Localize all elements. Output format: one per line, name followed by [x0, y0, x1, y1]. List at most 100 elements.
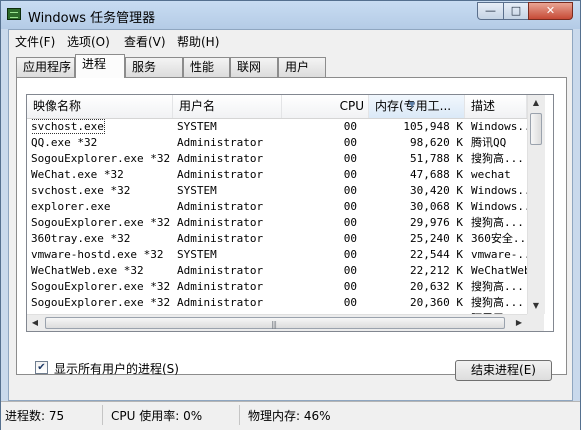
cell-name-text: QQ.exe *32 [31, 136, 98, 149]
cell-user: Administrator [177, 295, 281, 311]
tab-processes[interactable]: 进程 [75, 54, 125, 78]
scroll-up-arrow-icon[interactable]: ▲ [528, 95, 544, 111]
menu-help[interactable]: 帮助(H) [177, 33, 219, 50]
menu-view[interactable]: 查看(V) [124, 33, 166, 50]
tab-networking[interactable]: 联网 [230, 57, 278, 77]
table-row[interactable]: SogouExplorer.exe *32 Administrator 00 20,3… [27, 295, 527, 311]
cell-mem-text: 51,788 K [410, 152, 463, 165]
cell-desc-text: WeChatWeb [471, 264, 527, 277]
end-process-button[interactable]: 结束进程(E) [455, 360, 552, 381]
cell-cpu-text: 00 [343, 184, 357, 197]
maximize-button[interactable]: □ [503, 2, 529, 20]
cell-name-text: 360tray.exe *32 [31, 232, 131, 245]
column-header-user-name[interactable]: 用户名 [173, 95, 282, 118]
cell-mem-text: 22,544 K [410, 248, 463, 261]
table-row[interactable]: WeChat.exe *32 Administrator 00 47,688 K wec… [27, 167, 527, 183]
horizontal-scrollbar[interactable]: ◀ ||| ▶ [27, 314, 527, 331]
cell-name: svchost.exe *32 [31, 183, 174, 199]
cell-user-text: SYSTEM [177, 248, 217, 261]
process-list[interactable]: 映像名称 用户名 CPU ▼ 内存(专用工... 描述 svchost.exe S… [26, 94, 554, 332]
cell-mem: 105,948 K [371, 119, 463, 135]
show-all-users-checkbox[interactable]: ✔ [35, 361, 48, 374]
menu-options[interactable]: 选项(O) [67, 33, 110, 50]
table-row[interactable]: WeChatWeb.exe *32 Administrator 00 22,212 K… [27, 263, 527, 279]
table-row[interactable]: QQ.exe *32 Administrator 00 98,620 K 腾讯QQ [27, 135, 527, 151]
cell-mem-text: 30,420 K [410, 184, 463, 197]
cell-cpu: 00 [283, 215, 357, 231]
cell-name-text: SogouExplorer.exe *32 [31, 296, 171, 309]
cell-desc: 搜狗高... [471, 215, 527, 231]
status-cpu-usage: CPU 使用率: 0% [111, 409, 203, 423]
cell-user-text: Administrator [177, 264, 264, 277]
close-button[interactable]: ✕ [528, 2, 573, 20]
vertical-scroll-thumb[interactable] [530, 113, 542, 145]
tab-users[interactable]: 用户 [278, 57, 326, 77]
cell-name: WeChatWeb.exe *32 [31, 263, 174, 279]
cell-mem: 51,788 K [371, 151, 463, 167]
cell-desc: 腾讯QQ [471, 135, 527, 151]
process-rows: svchost.exe SYSTEM 00 105,948 K Windows... QQ… [27, 119, 527, 331]
table-row[interactable]: SogouExplorer.exe *32 Administrator 00 51,7… [27, 151, 527, 167]
column-header-image-name[interactable]: 映像名称 [27, 95, 173, 118]
cell-cpu: 00 [283, 263, 357, 279]
table-row[interactable]: SogouExplorer.exe *32 Administrator 00 29,9… [27, 215, 527, 231]
cell-mem-text: 105,948 K [403, 120, 463, 133]
cell-cpu: 00 [283, 295, 357, 311]
column-header-description[interactable]: 描述 [465, 95, 527, 118]
cell-desc: Windows... [471, 119, 527, 135]
cell-cpu-text: 00 [343, 216, 357, 229]
table-row[interactable]: svchost.exe SYSTEM 00 105,948 K Windows... [27, 119, 527, 135]
column-header-cpu[interactable]: CPU [282, 95, 369, 118]
cell-cpu: 00 [283, 199, 357, 215]
cell-desc-text: 腾讯QQ [471, 136, 507, 149]
scroll-right-arrow-icon[interactable]: ▶ [511, 315, 527, 331]
vertical-scrollbar[interactable]: ▲ ▼ [527, 95, 545, 314]
table-row[interactable]: 360tray.exe *32 Administrator 00 25,240 K 36… [27, 231, 527, 247]
cell-mem-text: 20,632 K [410, 280, 463, 293]
cell-user-text: Administrator [177, 152, 264, 165]
cell-user-text: Administrator [177, 200, 264, 213]
show-all-users-label[interactable]: 显示所有用户的进程(S) [54, 360, 179, 377]
column-header-memory[interactable]: ▼ 内存(专用工... [369, 95, 465, 118]
cell-desc-text: Windows... [471, 200, 527, 213]
cell-cpu-text: 00 [343, 280, 357, 293]
minimize-button[interactable]: — [477, 2, 504, 20]
cell-mem-text: 30,068 K [410, 200, 463, 213]
cell-mem: 22,544 K [371, 247, 463, 263]
tab-services[interactable]: 服务 [125, 57, 183, 77]
cell-desc: 360安全... [471, 231, 527, 247]
table-row[interactable]: SogouExplorer.exe *32 Administrator 00 20,6… [27, 279, 527, 295]
cell-name-text: WeChatWeb.exe *32 [31, 264, 144, 277]
horizontal-scroll-thumb[interactable]: ||| [45, 317, 505, 329]
cell-mem: 47,688 K [371, 167, 463, 183]
menu-file[interactable]: 文件(F) [15, 33, 55, 50]
cell-cpu: 00 [283, 231, 357, 247]
cell-desc: wechat [471, 167, 527, 183]
table-row[interactable]: svchost.exe *32 SYSTEM 00 30,420 K Windows..… [27, 183, 527, 199]
cell-desc: 搜狗高... [471, 151, 527, 167]
cell-user-text: SYSTEM [177, 120, 217, 133]
cell-mem: 30,420 K [371, 183, 463, 199]
cell-user: Administrator [177, 279, 281, 295]
cell-user: Administrator [177, 151, 281, 167]
scroll-left-arrow-icon[interactable]: ◀ [27, 315, 43, 331]
table-row[interactable]: vmware-hostd.exe *32 SYSTEM 00 22,544 K vmwa… [27, 247, 527, 263]
cell-mem: 22,212 K [371, 263, 463, 279]
cell-cpu: 00 [283, 119, 357, 135]
cell-cpu-text: 00 [343, 264, 357, 277]
cell-name-text: SogouExplorer.exe *32 [31, 152, 171, 165]
cell-desc: WeChatWeb [471, 263, 527, 279]
title-bar[interactable]: Windows 任务管理器 — □ ✕ [1, 1, 580, 29]
cell-name: WeChat.exe *32 [31, 167, 174, 183]
cell-cpu-text: 00 [343, 200, 357, 213]
status-divider [239, 405, 240, 425]
cell-cpu-text: 00 [343, 136, 357, 149]
menu-bar: 文件(F) 选项(O) 查看(V) 帮助(H) [9, 30, 572, 52]
list-header: 映像名称 用户名 CPU ▼ 内存(专用工... 描述 [27, 95, 527, 119]
tab-applications[interactable]: 应用程序 [16, 57, 75, 77]
tab-performance[interactable]: 性能 [183, 57, 230, 77]
cell-cpu-text: 00 [343, 168, 357, 181]
table-row[interactable]: explorer.exe Administrator 00 30,068 K Windo… [27, 199, 527, 215]
scroll-down-arrow-icon[interactable]: ▼ [528, 298, 544, 314]
cell-mem-text: 20,360 K [410, 296, 463, 309]
